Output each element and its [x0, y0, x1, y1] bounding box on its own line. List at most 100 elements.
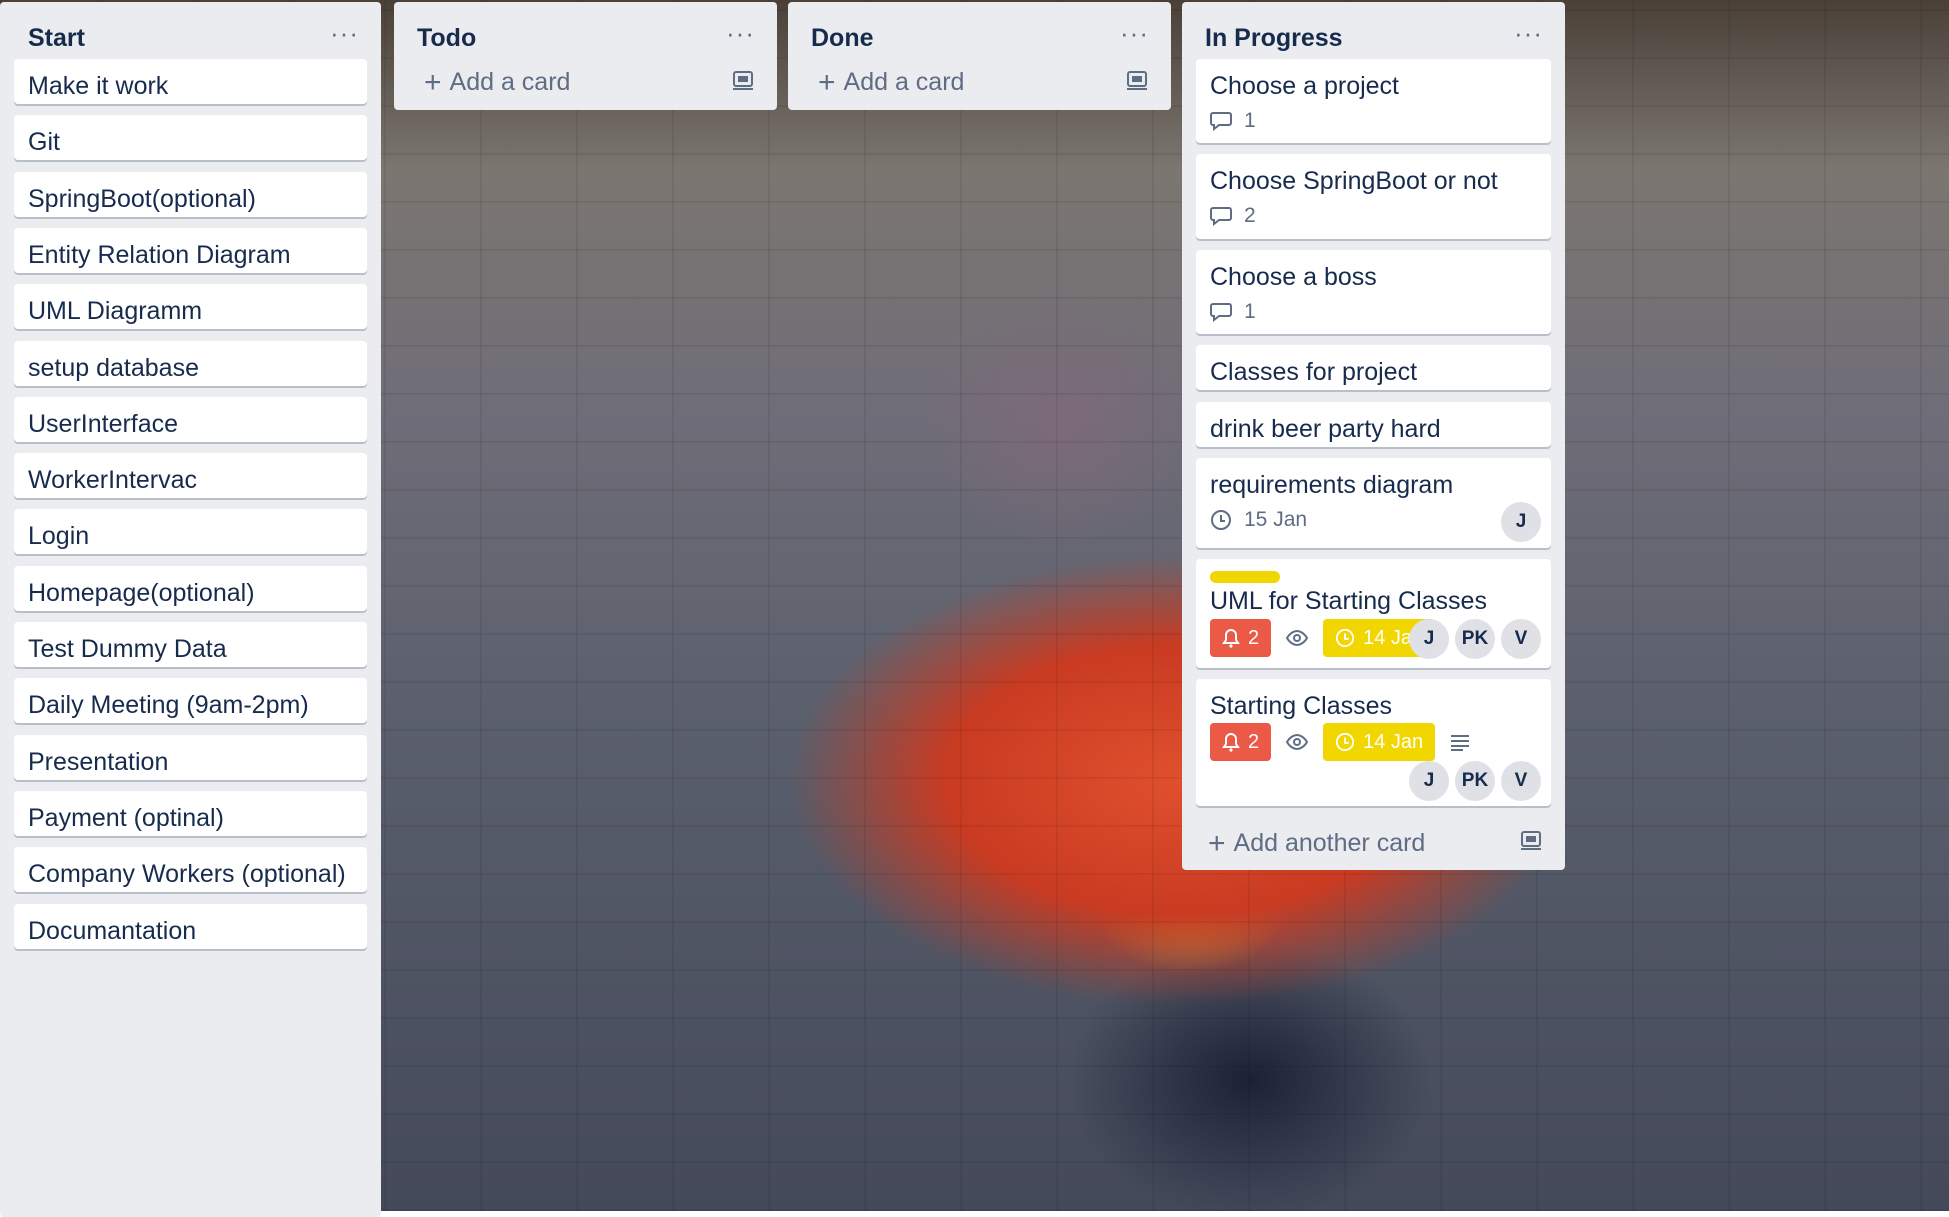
card[interactable]: SpringBoot(optional): [14, 171, 367, 217]
card[interactable]: Login: [14, 509, 367, 555]
add-card-label: Add a card: [449, 68, 571, 96]
card-title: setup database: [28, 353, 199, 382]
avatar[interactable]: J: [1409, 619, 1449, 659]
list-menu-button[interactable]: ···: [1514, 20, 1543, 46]
comment-count: 2: [1244, 204, 1256, 227]
eye-icon: [1285, 629, 1309, 647]
card-badges: 2: [1210, 204, 1256, 228]
card[interactable]: Git: [14, 115, 367, 161]
card-title: SpringBoot(optional): [28, 184, 256, 213]
card-title: Homepage(optional): [28, 578, 255, 607]
card[interactable]: UML Diagramm: [14, 284, 367, 330]
card-title: Starting Classes: [1210, 692, 1393, 720]
card[interactable]: WorkerIntervac: [14, 453, 367, 499]
card-title: Company Workers (optional): [28, 860, 346, 889]
list-menu-button[interactable]: ···: [726, 20, 755, 46]
list-in-progress: In Progress ··· Choose a project 1 Choos…: [1182, 2, 1565, 870]
card-badges: 2 14 Jan: [1210, 723, 1471, 761]
card-uml-starting-classes[interactable]: UML for Starting Classes 2 14 Jan J PK V: [1196, 559, 1551, 668]
card-title: Test Dummy Data: [28, 635, 227, 663]
card-title: drink beer party hard: [1210, 415, 1441, 443]
avatar[interactable]: J: [1501, 502, 1541, 542]
plus-icon: +: [424, 66, 442, 99]
card[interactable]: Payment (optinal): [14, 790, 367, 836]
card-starting-classes[interactable]: Starting Classes 2 14 Jan J PK V: [1196, 679, 1551, 806]
clock-icon: [1336, 628, 1355, 648]
list-todo: Todo ··· + Add a card: [394, 2, 777, 110]
card[interactable]: Presentation: [14, 734, 367, 780]
avatar[interactable]: J: [1409, 761, 1449, 801]
card[interactable]: Documantation: [14, 903, 367, 949]
add-another-card-button[interactable]: + Add another card: [1208, 827, 1425, 861]
avatar[interactable]: PK: [1455, 761, 1495, 801]
list-header: Todo ···: [394, 2, 777, 76]
card-classes-for-project[interactable]: Classes for project: [1196, 345, 1551, 390]
card-drink-beer[interactable]: drink beer party hard: [1196, 402, 1551, 447]
card-template-icon[interactable]: [1519, 830, 1543, 852]
card[interactable]: Daily Meeting (9am-2pm): [14, 678, 367, 724]
avatar[interactable]: V: [1501, 761, 1541, 801]
card-title: Documantation: [28, 916, 197, 945]
card-title: Payment (optinal): [28, 803, 224, 832]
comment-count: 1: [1244, 300, 1256, 323]
card[interactable]: Company Workers (optional): [14, 847, 367, 893]
card-choose-a-project[interactable]: Choose a project 1: [1196, 59, 1551, 143]
bell-icon: [1222, 732, 1240, 752]
card-title: Entity Relation Diagram: [28, 240, 291, 269]
card-title: Presentation: [28, 747, 169, 776]
card-label-yellow[interactable]: [1210, 571, 1280, 583]
list-menu-button[interactable]: ···: [1120, 20, 1149, 46]
list-title[interactable]: Todo: [417, 24, 476, 53]
card[interactable]: Make it work: [14, 59, 367, 104]
clock-icon: [1336, 732, 1355, 752]
due-date-badge: 14 Jan: [1323, 723, 1436, 761]
card[interactable]: UserInterface: [14, 396, 367, 442]
description-icon: [1451, 735, 1470, 751]
due-date: 15 Jan: [1244, 508, 1308, 531]
list-done: Done ··· + Add a card: [788, 2, 1171, 110]
list-start: Start ··· Make it work Git SpringBoot(opti…: [0, 2, 381, 1217]
card-choose-a-boss[interactable]: Choose a boss 1: [1196, 250, 1551, 334]
notification-badge: 2: [1210, 619, 1272, 657]
card-title: Make it work: [28, 72, 169, 100]
notification-count: 2: [1248, 626, 1260, 649]
eye-icon: [1285, 733, 1309, 751]
card-choose-springboot[interactable]: Choose SpringBoot or not 2: [1196, 154, 1551, 239]
comment-count: 1: [1244, 109, 1256, 132]
list-header: Done ···: [788, 2, 1171, 76]
list-title[interactable]: In Progress: [1205, 24, 1343, 53]
notification-badge: 2: [1210, 723, 1272, 761]
card-members: J PK V: [1409, 619, 1541, 659]
add-card-button[interactable]: + Add a card: [818, 66, 964, 100]
add-card-label: Add another card: [1233, 829, 1426, 857]
card[interactable]: Homepage(optional): [14, 565, 367, 611]
notification-count: 2: [1248, 730, 1260, 753]
card-title: Classes for project: [1210, 358, 1418, 386]
plus-icon: +: [1208, 827, 1226, 860]
card-members: J PK V: [1409, 761, 1541, 801]
card[interactable]: Test Dummy Data: [14, 622, 367, 667]
card[interactable]: Entity Relation Diagram: [14, 227, 367, 273]
list-title[interactable]: Start: [28, 24, 85, 53]
card-title: UserInterface: [28, 409, 179, 438]
card[interactable]: setup database: [14, 340, 367, 386]
avatar[interactable]: PK: [1455, 619, 1495, 659]
avatar[interactable]: V: [1501, 619, 1541, 659]
list-menu-button[interactable]: ···: [330, 20, 359, 46]
card-requirements-diagram[interactable]: requirements diagram 15 Jan J: [1196, 458, 1551, 548]
list-title[interactable]: Done: [811, 24, 874, 53]
card-title: WorkerIntervac: [28, 466, 198, 495]
plus-icon: +: [818, 66, 836, 99]
add-card-button[interactable]: + Add a card: [424, 66, 570, 100]
add-card-label: Add a card: [843, 68, 965, 96]
card-title: Daily Meeting (9am-2pm): [28, 691, 309, 720]
card-title: Choose a project: [1210, 72, 1400, 100]
card-title: Choose SpringBoot or not: [1210, 167, 1498, 195]
card-badges: 2 14 Jan: [1210, 619, 1436, 657]
card-template-icon[interactable]: [1125, 70, 1149, 92]
clock-icon: [1211, 510, 1231, 530]
comment-icon: [1210, 207, 1232, 226]
card-members: J: [1501, 502, 1541, 542]
card-template-icon[interactable]: [731, 70, 755, 92]
comment-icon: [1210, 303, 1232, 322]
